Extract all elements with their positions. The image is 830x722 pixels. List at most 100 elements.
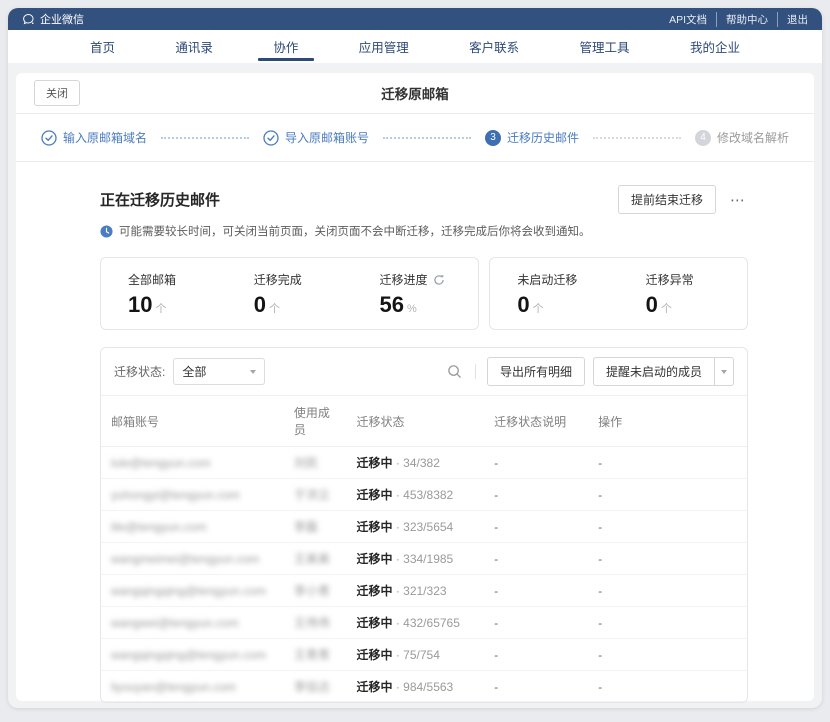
stat-unit: 个 bbox=[269, 300, 280, 316]
migration-table: 邮箱账号 使用成员 迁移状态 迁移状态说明 操作 lule@tengyun.co… bbox=[101, 395, 747, 702]
step-modify-dns: 4 修改域名解析 bbox=[695, 129, 789, 146]
info-note: 可能需要较长时间，可关闭当前页面，关闭页面不会中断迁移，迁移完成后你将会收到通知… bbox=[100, 223, 748, 239]
wecom-bubble-icon bbox=[22, 13, 35, 26]
status-text: 迁移中 bbox=[356, 552, 392, 566]
status-progress: · 432/65765 bbox=[396, 616, 460, 630]
stats-card-progress: 全部邮箱 10 个 迁移完成 0 个 bbox=[100, 257, 479, 330]
status-progress: · 34/382 bbox=[396, 456, 440, 470]
col-header-status-desc: 迁移状态说明 bbox=[484, 396, 588, 447]
table-row: wangwei@tengyun.com 王伟伟 迁移中 · 432/65765 … bbox=[101, 607, 747, 639]
chevron-down-icon bbox=[250, 370, 256, 374]
stat-migration-progress: 迁移进度 56 % bbox=[353, 271, 479, 318]
member-cell: 王美美 bbox=[294, 552, 330, 566]
help-center-link[interactable]: 帮助中心 bbox=[716, 12, 768, 27]
action-cell: - bbox=[588, 447, 747, 479]
migration-panel: 关闭 迁移原邮箱 输入原邮箱域名 导入原邮箱账号 3 迁移历史邮件 bbox=[16, 73, 814, 701]
status-desc-cell: - bbox=[484, 543, 588, 575]
check-circle-icon bbox=[41, 130, 57, 146]
status-desc-cell: - bbox=[484, 671, 588, 703]
step-connector bbox=[383, 137, 471, 139]
stat-label: 迁移进度 bbox=[380, 271, 428, 288]
stat-migration-complete: 迁移完成 0 个 bbox=[227, 271, 353, 318]
page-title: 迁移原邮箱 bbox=[16, 83, 814, 103]
status-text: 迁移中 bbox=[356, 680, 392, 694]
more-actions-icon[interactable]: ⋯ bbox=[728, 191, 748, 209]
step-connector bbox=[593, 137, 681, 139]
email-cell: yuhongyi@tengyun.com bbox=[111, 488, 240, 502]
step-number-badge: 3 bbox=[485, 130, 501, 146]
status-progress: · 75/754 bbox=[396, 648, 440, 662]
action-cell: - bbox=[588, 607, 747, 639]
email-cell: lile@tengyun.com bbox=[111, 520, 207, 534]
email-cell: wangmeimei@tengyun.com bbox=[111, 552, 259, 566]
col-header-email: 邮箱账号 bbox=[101, 396, 284, 447]
stat-total-mailboxes: 全部邮箱 10 个 bbox=[101, 271, 227, 318]
step-label: 导入原邮箱账号 bbox=[285, 129, 369, 146]
email-cell: wangwei@tengyun.com bbox=[111, 616, 239, 630]
stat-value: 0 bbox=[646, 292, 658, 318]
divider bbox=[475, 364, 476, 379]
tab-collaboration[interactable]: 协作 bbox=[269, 30, 302, 63]
member-cell: 刘凯 bbox=[294, 456, 318, 470]
status-text: 迁移中 bbox=[356, 648, 392, 662]
email-cell: wangqingqing@tengyun.com bbox=[111, 648, 266, 662]
action-cell: - bbox=[588, 639, 747, 671]
table-row: wangqingqing@tengyun.com 王青青 迁移中 · 75/75… bbox=[101, 639, 747, 671]
table-panel: 迁移状态: 全部 导出所有明细 提醒未启动的成员 bbox=[100, 347, 748, 703]
email-cell: wangqingqing@tengyun.com bbox=[111, 584, 266, 598]
main-nav: 首页 通讯录 协作 应用管理 客户联系 管理工具 我的企业 bbox=[8, 30, 822, 63]
export-details-button[interactable]: 导出所有明细 bbox=[487, 357, 585, 386]
status-progress: · 323/5654 bbox=[396, 520, 453, 534]
brand: 企业微信 bbox=[22, 11, 84, 27]
step-label: 修改域名解析 bbox=[717, 129, 789, 146]
tab-my-company[interactable]: 我的企业 bbox=[686, 30, 744, 63]
refresh-icon[interactable] bbox=[433, 274, 445, 286]
stat-unit: 个 bbox=[661, 300, 672, 316]
logout-link[interactable]: 退出 bbox=[777, 12, 808, 27]
email-cell: lule@tengyun.com bbox=[111, 456, 211, 470]
status-progress: · 984/5563 bbox=[396, 680, 453, 694]
remind-members-button[interactable]: 提醒未启动的成员 bbox=[593, 357, 715, 386]
status-filter-label: 迁移状态: bbox=[114, 363, 165, 380]
status-filter-select[interactable]: 全部 bbox=[173, 358, 265, 385]
api-docs-link[interactable]: API文档 bbox=[669, 12, 707, 27]
table-row: lile@tengyun.com 李磊 迁移中 · 323/5654 - - bbox=[101, 511, 747, 543]
tab-admin-tools[interactable]: 管理工具 bbox=[576, 30, 634, 63]
tab-app-management[interactable]: 应用管理 bbox=[355, 30, 413, 63]
tab-contacts[interactable]: 通讯录 bbox=[171, 30, 217, 63]
stat-label: 未启动迁移 bbox=[517, 271, 618, 288]
table-row: liyouyan@tengyun.com 李信达 迁移中 · 984/5563 … bbox=[101, 671, 747, 703]
status-text: 迁移中 bbox=[356, 616, 392, 630]
status-desc-cell: - bbox=[484, 511, 588, 543]
status-text: 迁移中 bbox=[356, 520, 392, 534]
step-migrate-history: 3 迁移历史邮件 bbox=[485, 129, 579, 146]
status-desc-cell: - bbox=[484, 639, 588, 671]
col-header-member: 使用成员 bbox=[284, 396, 347, 447]
stat-label: 全部邮箱 bbox=[128, 271, 227, 288]
panel-body: 正在迁移历史邮件 提前结束迁移 ⋯ 可能需要较长时间，可关闭当前页面，关闭页面不… bbox=[16, 162, 814, 703]
tab-customer-contact[interactable]: 客户联系 bbox=[465, 30, 523, 63]
top-bar: 企业微信 API文档 帮助中心 退出 bbox=[8, 8, 822, 30]
action-cell: - bbox=[588, 543, 747, 575]
status-text: 迁移中 bbox=[356, 488, 392, 502]
status-progress: · 321/323 bbox=[396, 584, 447, 598]
end-migration-early-button[interactable]: 提前结束迁移 bbox=[618, 185, 716, 214]
tab-home[interactable]: 首页 bbox=[86, 30, 119, 63]
stat-unit: 个 bbox=[533, 300, 544, 316]
member-cell: 于洪立 bbox=[294, 488, 330, 502]
app-window: 企业微信 API文档 帮助中心 退出 首页 通讯录 协作 应用管理 客户联系 管… bbox=[8, 8, 822, 708]
remind-members-dropdown[interactable] bbox=[715, 357, 734, 386]
note-text: 可能需要较长时间，可关闭当前页面，关闭页面不会中断迁移，迁移完成后你将会收到通知… bbox=[119, 223, 591, 239]
status-desc-cell: - bbox=[484, 607, 588, 639]
stat-migration-error: 迁移异常 0 个 bbox=[619, 271, 747, 318]
close-button[interactable]: 关闭 bbox=[34, 80, 80, 106]
col-header-status: 迁移状态 bbox=[346, 396, 484, 447]
brand-label: 企业微信 bbox=[40, 11, 84, 27]
search-icon[interactable] bbox=[445, 362, 464, 381]
stat-unit: % bbox=[407, 303, 417, 315]
chevron-down-icon bbox=[721, 370, 727, 374]
clock-icon bbox=[100, 225, 113, 238]
section-title: 正在迁移历史邮件 bbox=[100, 189, 220, 210]
member-cell: 李小青 bbox=[294, 584, 330, 598]
member-cell: 李信达 bbox=[294, 680, 330, 694]
